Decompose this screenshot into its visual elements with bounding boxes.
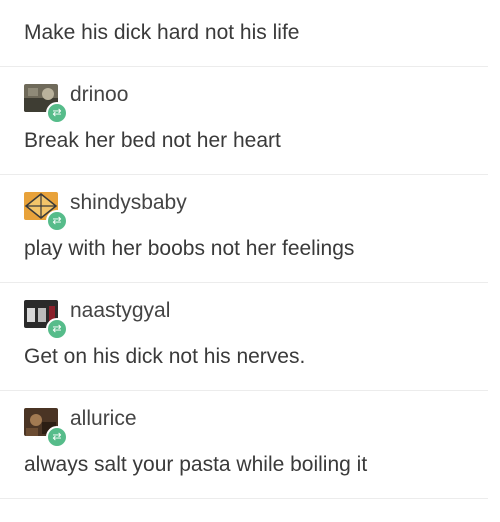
post-divider	[0, 66, 488, 67]
post-divider	[0, 498, 488, 499]
reblog-icon: ⇄	[46, 318, 68, 340]
reblog-icon: ⇄	[46, 426, 68, 448]
reblog-username[interactable]: shindysbaby	[70, 190, 187, 216]
reblog-author[interactable]: ⇄ allurice	[24, 406, 324, 448]
reblog-author[interactable]: ⇄ drinoo	[24, 82, 324, 124]
post-divider	[0, 390, 488, 391]
reblog-comment: Break her bed not her heart	[24, 129, 281, 152]
reblog-author[interactable]: ⇄ naastygyal	[24, 298, 324, 340]
reblog-username[interactable]: naastygyal	[70, 298, 170, 324]
reblog-comment: Get on his dick not his nerves.	[24, 345, 306, 368]
reblog-username[interactable]: drinoo	[70, 82, 128, 108]
reblog-thread: Make his dick hard not his life ⇄ drinoo…	[0, 0, 500, 522]
reblog-username[interactable]: allurice	[70, 406, 137, 432]
post-divider	[0, 282, 488, 283]
reblog-author[interactable]: ⇄ shindysbaby	[24, 190, 324, 232]
post-divider	[0, 174, 488, 175]
reblog-comment: always salt your pasta while boiling it	[24, 453, 368, 476]
reblog-icon: ⇄	[46, 102, 68, 124]
original-post-text: Make his dick hard not his life	[24, 21, 300, 44]
reblog-comment: play with her boobs not her feelings	[24, 237, 355, 260]
reblog-icon: ⇄	[46, 210, 68, 232]
